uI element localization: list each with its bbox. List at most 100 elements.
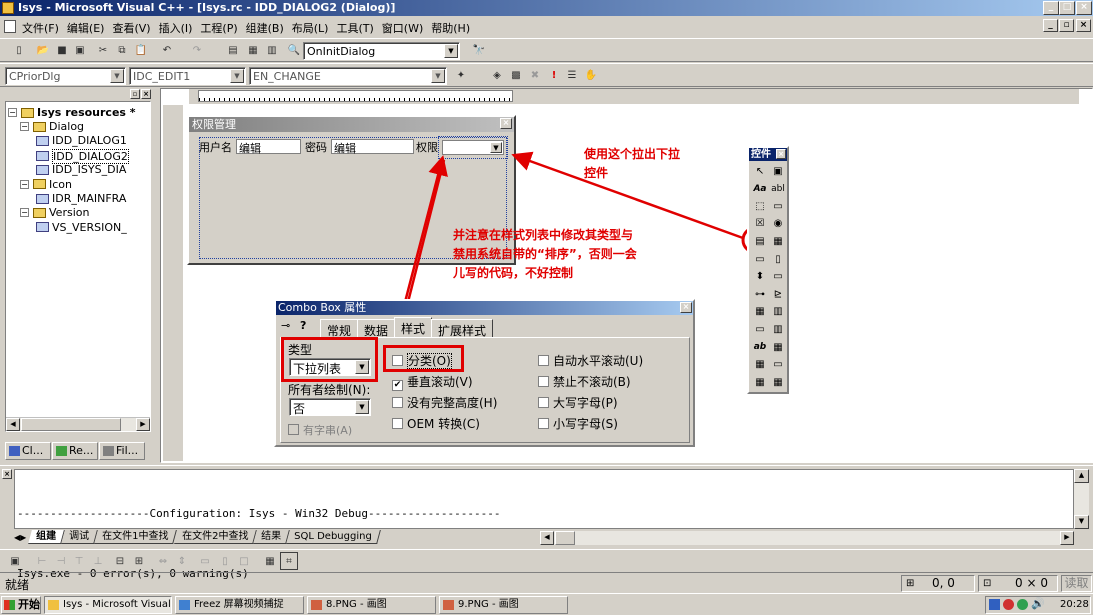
horizontal-scrollbar-icon[interactable]: ▭ — [752, 251, 768, 267]
palette-titlebar: 控件 × — [749, 148, 787, 161]
same-height-icon[interactable]: ▯ — [216, 552, 234, 570]
palette-close-button[interactable]: × — [776, 149, 786, 159]
tray-icon-2[interactable] — [1003, 599, 1014, 610]
output-text[interactable]: --------------------Configuration: Isys … — [14, 469, 1074, 580]
style-checkbox[interactable]: 自动水平滚动(U) — [538, 352, 643, 373]
output-tabs: ◀▶ 组建 调试 在文件1中查找 在文件2中查找 结果 SQL Debugging — [14, 530, 381, 544]
scroll-up-icon[interactable]: ▲ — [1074, 469, 1089, 483]
prop-tab-2[interactable]: 样式 — [394, 317, 433, 338]
status-text: 就绪 — [5, 578, 30, 592]
checkbox-box[interactable] — [538, 355, 549, 366]
scroll-thumb[interactable] — [555, 531, 575, 545]
checkbox-box[interactable]: ✔ — [392, 380, 403, 391]
scroll-down-icon[interactable]: ▼ — [1074, 515, 1089, 529]
checkbox-box[interactable] — [538, 376, 549, 387]
prop-tab-0[interactable]: 常规 — [320, 319, 359, 338]
same-width-icon[interactable]: ▭ — [196, 552, 214, 570]
output-tab-3[interactable]: 在文件2中查找 — [173, 530, 257, 544]
rich-edit-icon[interactable]: ab — [752, 339, 768, 355]
properties-title: Combo Box 属性 — [278, 301, 367, 314]
controls-palette: 控件 × ↖ ▣ Aa abl ⬚ ▭ ☒ ◉ ▤ ▦ ▭ ▯ ⬍ ▭ ⊶ ⊵ ▦ ▥ ▭ ▥ ab ▦ ▦ ▭ ▦ ▦ — [747, 146, 789, 394]
output-vscroll[interactable]: ▲ ▼ — [1074, 469, 1089, 529]
animate-icon[interactable]: ▥ — [770, 321, 786, 337]
align-left-icon[interactable]: ⊢ — [33, 552, 51, 570]
help-icon[interactable]: ? — [300, 319, 306, 332]
ip-address-icon[interactable]: ▭ — [770, 357, 786, 373]
edit-box-icon[interactable]: abl — [770, 181, 786, 197]
align-right-icon[interactable]: ⊣ — [52, 552, 70, 570]
pointer-icon[interactable]: ↖ — [752, 163, 768, 179]
output-tab-4[interactable]: 结果 — [253, 530, 290, 544]
vertical-scrollbar-icon[interactable]: ▯ — [770, 251, 786, 267]
style-checkbox[interactable]: 没有完整高度(H) — [392, 394, 497, 415]
output-close-button[interactable]: × — [2, 469, 12, 479]
extended-combo-icon[interactable]: ▦ — [770, 374, 786, 390]
taskbar-item-2[interactable]: 8.PNG - 画图 — [307, 596, 436, 614]
taskbar-item-3[interactable]: 9.PNG - 画图 — [439, 596, 568, 614]
taskbar-item-0[interactable]: Isys - Microsoft Visual C... — [44, 596, 172, 614]
same-size-icon[interactable]: □ — [235, 552, 253, 570]
style-checkbox[interactable]: 禁止不滚动(B) — [538, 373, 643, 394]
progress-icon[interactable]: ▭ — [770, 269, 786, 285]
taskbar-item-1[interactable]: Freez 屏幕视频捕捉 — [175, 596, 304, 614]
tray-icon-3[interactable] — [1017, 599, 1028, 610]
space-down-icon[interactable]: ⇕ — [173, 552, 191, 570]
checkbox-box[interactable] — [392, 397, 403, 408]
style-checkbox[interactable]: OEM 转换(C) — [392, 415, 497, 436]
datetime-icon[interactable]: ▦ — [770, 339, 786, 355]
hotkey-icon[interactable]: ⊵ — [770, 286, 786, 302]
style-checkbox[interactable]: ✔ 垂直滚动(V) — [392, 373, 497, 394]
test-dialog-icon[interactable]: ▣ — [6, 552, 24, 570]
output-tab-5[interactable]: SQL Debugging — [286, 530, 381, 544]
combo-box-icon[interactable]: ▤ — [752, 233, 768, 249]
checkbox-box[interactable] — [288, 424, 299, 435]
size-icon: ⊡ — [983, 578, 992, 589]
picture-icon[interactable]: ▣ — [770, 163, 786, 179]
static-text-icon[interactable]: Aa — [752, 181, 768, 197]
guides-icon[interactable]: ⌗ — [280, 552, 298, 570]
align-bottom-icon[interactable]: ⊥ — [89, 552, 107, 570]
checkbox-box[interactable] — [392, 418, 403, 429]
center-vertical-icon[interactable]: ⊟ — [111, 552, 129, 570]
spin-icon[interactable]: ⬍ — [752, 269, 768, 285]
checkbox-box[interactable] — [538, 397, 549, 408]
tray-icon-1[interactable] — [989, 599, 1000, 610]
checkbox-box[interactable] — [538, 418, 549, 429]
checkbox-label: OEM 转换(C) — [407, 417, 480, 431]
output-hscroll[interactable]: ◀ ▶ — [540, 531, 1074, 545]
checkbox-icon[interactable]: ☒ — [752, 216, 768, 232]
scroll-right-icon[interactable]: ▶ — [1060, 531, 1074, 545]
highlight-sort-box — [383, 345, 464, 372]
group-box-icon[interactable]: ⬚ — [752, 198, 768, 214]
space-across-icon[interactable]: ⇔ — [154, 552, 172, 570]
owner-combo[interactable]: 否 ▼ — [289, 398, 371, 416]
grid-icon[interactable]: ▦ — [261, 552, 279, 570]
prop-tab-1[interactable]: 数据 — [357, 319, 396, 338]
output-tab-2[interactable]: 在文件1中查找 — [94, 530, 178, 544]
scroll-left-icon[interactable]: ◀ — [540, 531, 554, 545]
chevron-down-icon[interactable]: ▼ — [355, 400, 369, 414]
volume-icon[interactable]: 🔊 — [1031, 597, 1045, 610]
start-button[interactable]: 开始 — [1, 596, 41, 614]
prop-tab-3[interactable]: 扩展样式 — [431, 319, 494, 338]
has-strings-checkbox[interactable]: 有字串(A) — [288, 422, 352, 438]
slider-icon[interactable]: ⊶ — [752, 286, 768, 302]
radio-button-icon[interactable]: ◉ — [770, 216, 786, 232]
list-control-icon[interactable]: ▦ — [752, 304, 768, 320]
pushpin-icon[interactable]: ⊸ — [281, 319, 290, 332]
tab-nav-icon[interactable]: ◀▶ — [14, 533, 26, 542]
output-tab-0[interactable]: 组建 — [28, 530, 66, 544]
list-box-icon[interactable]: ▦ — [770, 233, 786, 249]
style-checkbox[interactable]: 大写字母(P) — [538, 394, 643, 415]
align-top-icon[interactable]: ⊤ — [70, 552, 88, 570]
tree-control-icon[interactable]: ▥ — [770, 304, 786, 320]
style-checkbox[interactable]: 小写字母(S) — [538, 415, 643, 436]
output-tab-1[interactable]: 调试 — [61, 530, 99, 544]
button-icon[interactable]: ▭ — [770, 198, 786, 214]
status-mode: 读取 — [1061, 575, 1092, 592]
properties-close-button[interactable]: × — [680, 302, 692, 313]
month-calendar-icon[interactable]: ▦ — [752, 357, 768, 373]
tab-control-icon[interactable]: ▭ — [752, 321, 768, 337]
custom-control-icon[interactable]: ▦ — [752, 374, 768, 390]
center-horizontal-icon[interactable]: ⊞ — [130, 552, 148, 570]
